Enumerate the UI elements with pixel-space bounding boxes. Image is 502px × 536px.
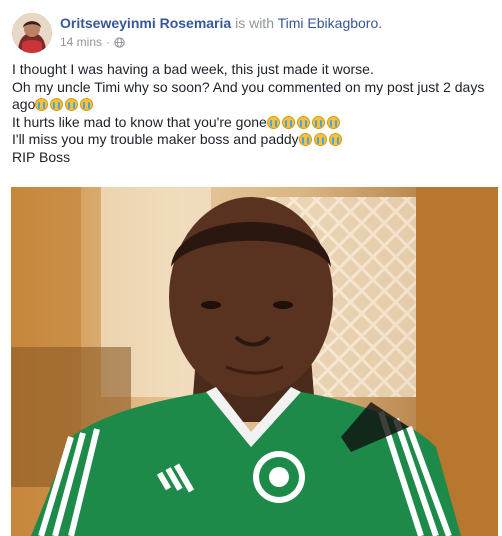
crying-face-icon: [311, 115, 325, 129]
author-avatar[interactable]: [12, 13, 52, 53]
facebook-post: Oritseweyinmi Rosemaria is with Timi Ebi…: [0, 0, 502, 536]
post-line: I'll miss you my trouble maker boss and …: [12, 131, 494, 149]
globe-icon[interactable]: [114, 36, 125, 48]
post-header: Oritseweyinmi Rosemaria is with Timi Ebi…: [60, 14, 382, 32]
crying-face-icon: [326, 115, 340, 129]
post-meta: 14 mins ·: [60, 35, 125, 49]
post-line: Oh my uncle Timi why so soon? And you co…: [12, 78, 485, 95]
author-name[interactable]: Oritseweyinmi Rosemaria: [60, 15, 231, 31]
crying-face-icon: [313, 133, 327, 146]
crying-face-icon: [35, 98, 49, 111]
avatar-photo: [12, 13, 52, 53]
post-line: ago: [12, 96, 494, 114]
crying-face-icon: [296, 115, 310, 129]
tagged-friend[interactable]: Timi Ebikagboro.: [278, 15, 383, 31]
crying-face-icon: [266, 115, 280, 129]
post-line: I thought I was having a bad week, this …: [12, 61, 374, 77]
post-photo[interactable]: [11, 187, 498, 536]
crying-face-icon: [80, 98, 94, 111]
post-text: I thought I was having a bad week, this …: [12, 61, 494, 166]
post-line: RIP Boss: [12, 148, 71, 165]
crying-face-icon: [281, 115, 295, 129]
post-timestamp[interactable]: 14 mins: [60, 35, 102, 49]
crying-face-icon: [65, 98, 79, 111]
photo-illustration: [11, 187, 498, 536]
crying-face-icon: [298, 133, 312, 146]
crying-face-icon: [50, 98, 64, 111]
post-line: It hurts like mad to know that you're go…: [12, 114, 494, 132]
meta-separator: ·: [106, 35, 111, 49]
with-text: is with: [235, 15, 274, 31]
crying-face-icon: [328, 133, 342, 146]
